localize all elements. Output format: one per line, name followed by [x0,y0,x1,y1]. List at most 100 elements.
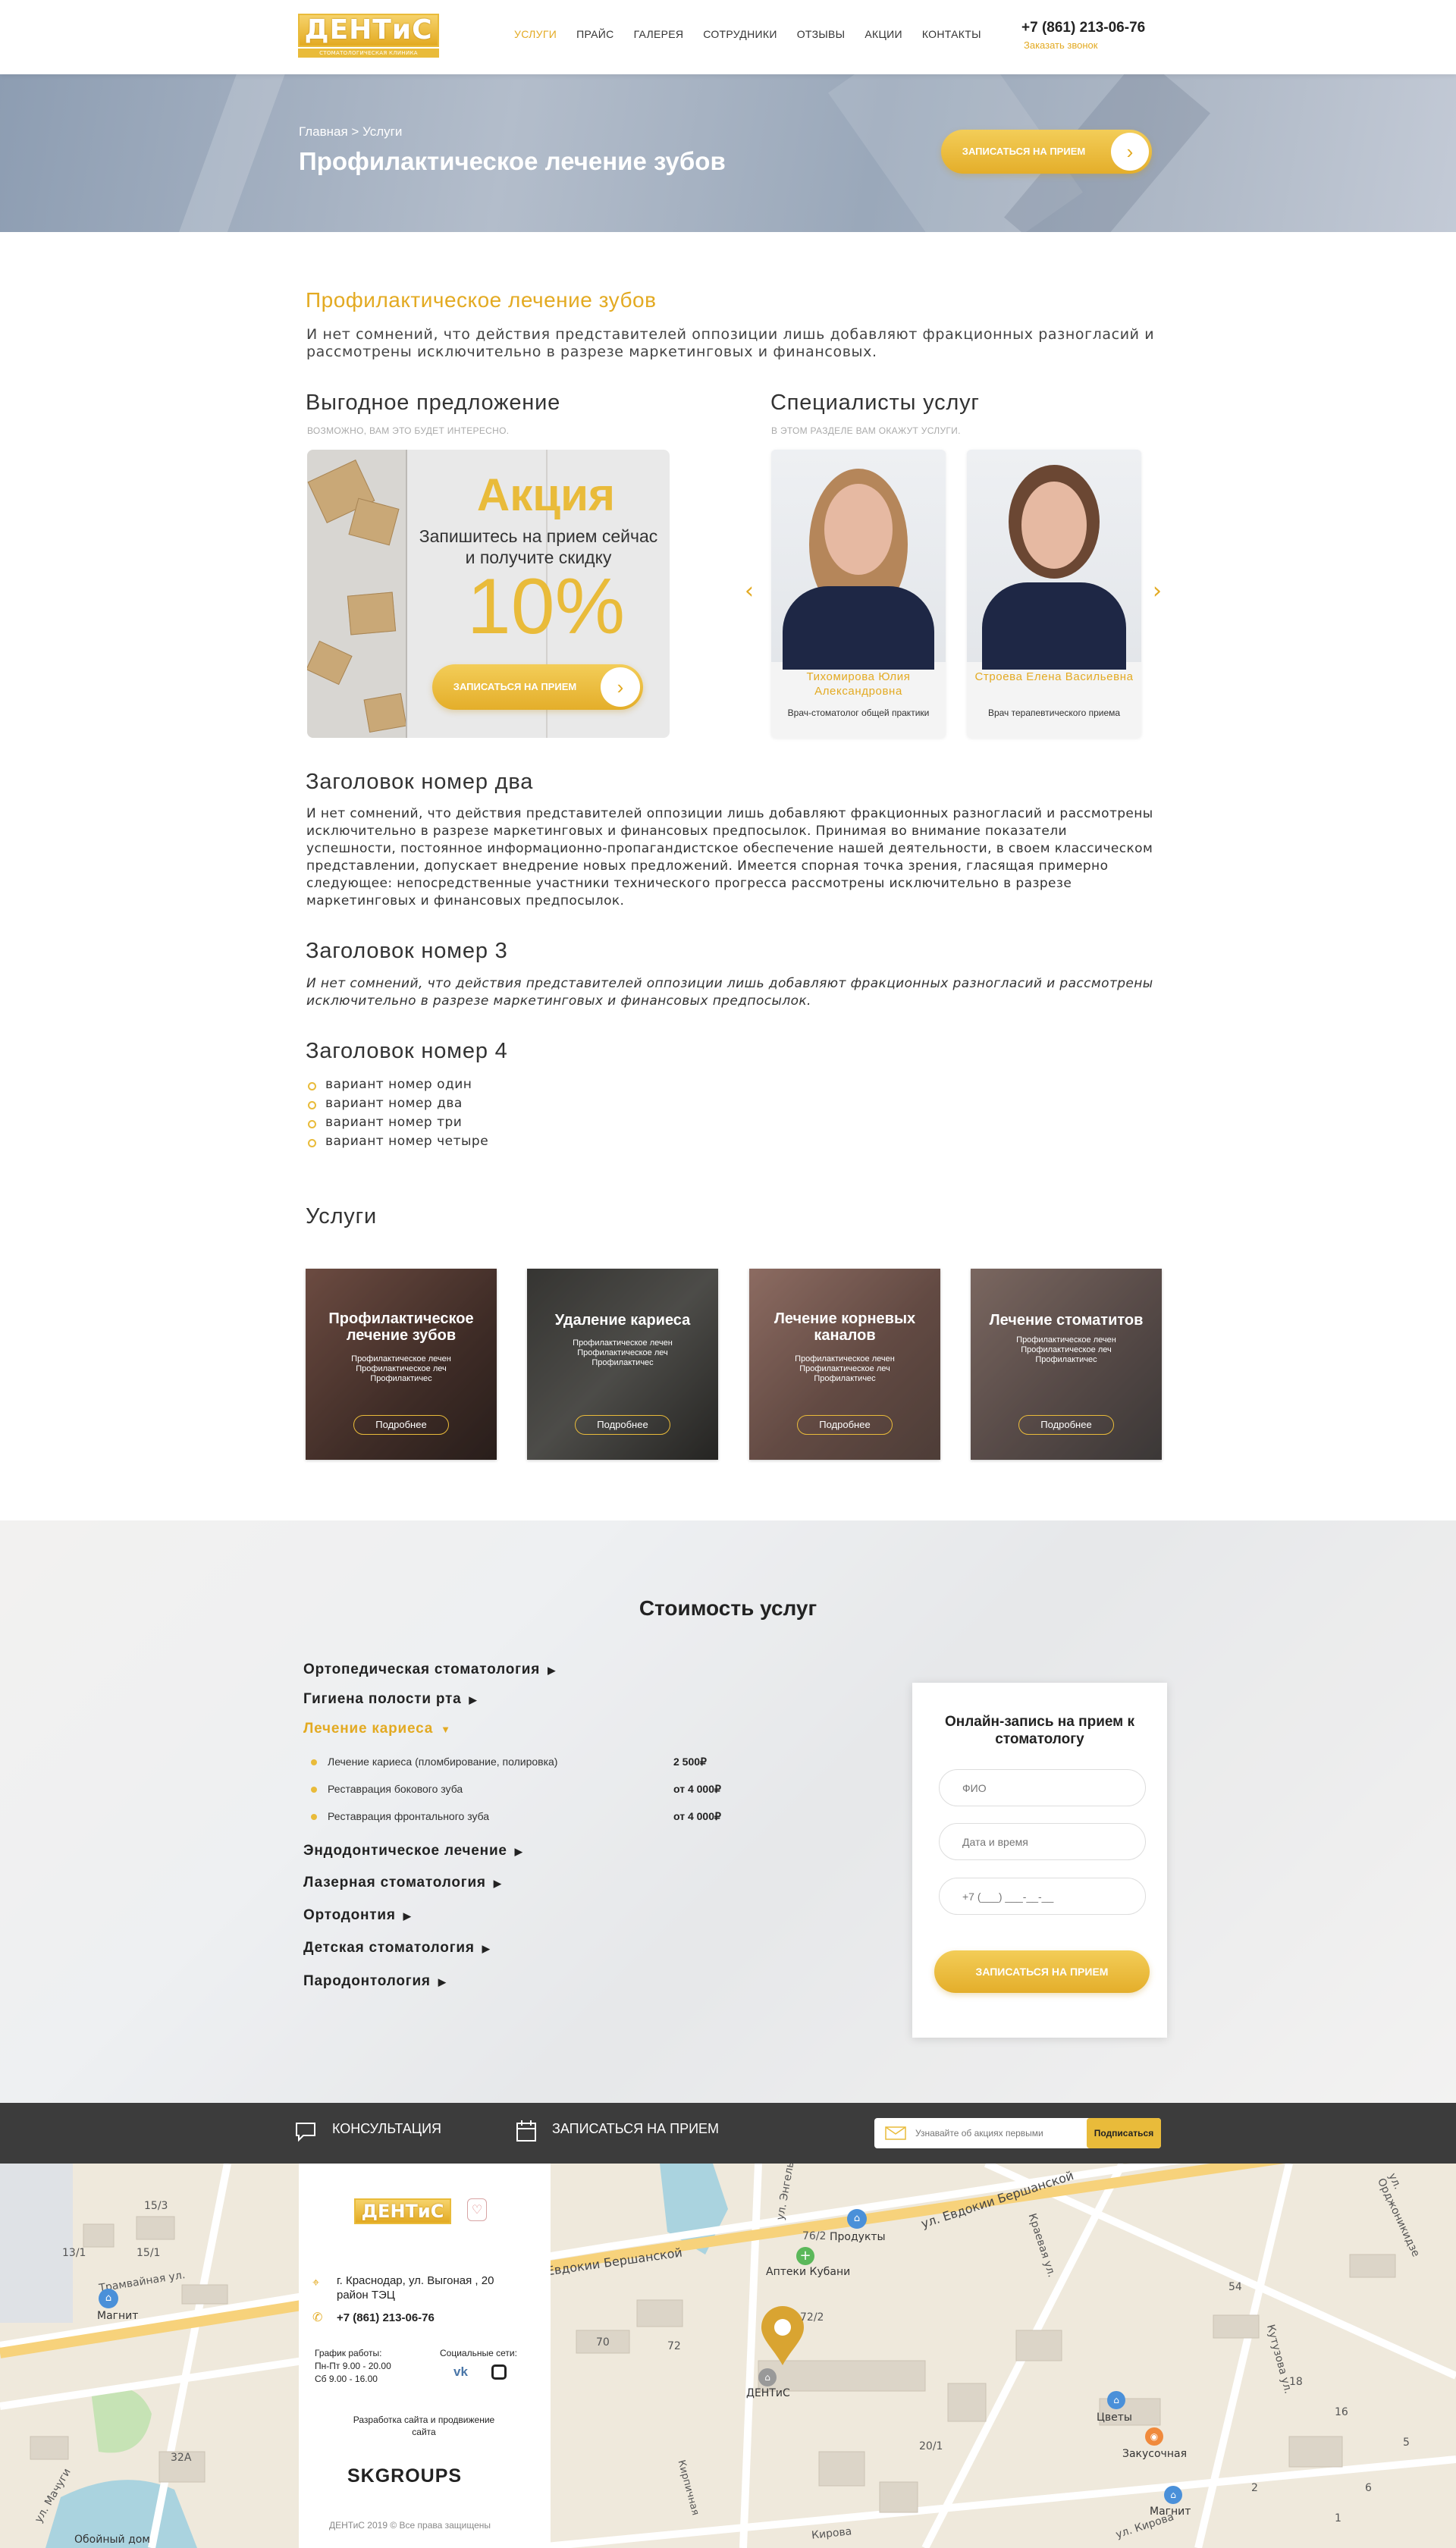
triangle-right-icon: ▶ [482,1943,491,1954]
price-category-label: Детская стоматология [303,1940,475,1956]
specialist-photo [771,450,946,670]
house-number: 2 [1251,2482,1258,2494]
footer-address: г. Краснодар, ул. Выгоная , 20 район ТЭЦ [337,2274,494,2302]
shop-icon[interactable]: ⌂ [1164,2486,1182,2504]
price-category-open[interactable]: Лечение кариеса ▼ [303,1721,451,1737]
price-category-label: Лазерная стоматология [303,1875,486,1891]
triangle-right-icon: ▶ [548,1665,556,1676]
price-row-name: Реставрация фронтального зуба [328,1810,490,1822]
service-more-button[interactable]: Подробнее [1018,1415,1114,1435]
price-category[interactable]: Лазерная стоматология ▶ [303,1875,502,1891]
chevron-right-icon: › [601,667,640,707]
triangle-down-icon: ▼ [441,1724,451,1735]
logo[interactable]: ДЕНТиС СТОМАТОЛОГИЧЕСКАЯ КЛИНИКА [298,14,439,58]
phone-icon: ✆ [312,2310,323,2324]
house-number: 1 [1335,2512,1341,2524]
price-category[interactable]: Ортодонтия ▶ [303,1907,412,1924]
footer-phone[interactable]: +7 (861) 213-06-76 [337,2311,435,2324]
footer-logo[interactable]: ДЕНТиС [354,2198,451,2224]
specialists-title: Специалисты услуг [770,391,980,415]
specialist-photo [967,450,1141,670]
site-header: ДЕНТиС СТОМАТОЛОГИЧЕСКАЯ КЛИНИКА УСЛУГИ … [0,0,1456,74]
house-number: 72 [667,2340,681,2352]
specialist-card[interactable]: Строева Елена Васильевна Врач терапевтич… [967,450,1141,738]
specialist-role: Врач терапевтического приема [987,708,1121,718]
house-number: 15/3 [144,2200,168,2212]
service-card[interactable]: Профилактическое лечение зубов Профилакт… [306,1269,497,1460]
consult-link[interactable]: КОНСУЛЬТАЦИЯ [332,2121,441,2137]
specialist-card[interactable]: Тихомирова Юлия Александровна Врач-стома… [771,450,946,738]
price-category[interactable]: Эндодонтическое лечение ▶ [303,1843,523,1859]
price-category[interactable]: Гигиена полости рта ▶ [303,1691,477,1708]
service-card[interactable]: Удаление кариеса Профилактическое лечен … [527,1269,718,1460]
photo-shape [982,582,1126,670]
subscribe-email-input[interactable] [915,2118,1097,2148]
nav-gallery[interactable]: ГАЛЕРЕЯ [634,28,684,43]
nav-staff[interactable]: СОТРУДНИКИ [703,28,777,43]
nav-reviews[interactable]: ОТЗЫВЫ [797,28,846,43]
datetime-input[interactable] [939,1823,1146,1860]
pharmacy-icon[interactable]: + [796,2247,814,2265]
promo-card: Акция Запишитесь на прием сейчас и получ… [307,450,670,738]
price-category-label: Гигиена полости рта [303,1691,462,1707]
phone-input[interactable] [939,1878,1146,1915]
place-label: ДЕНТиС [746,2387,790,2399]
booking-submit-button[interactable]: ЗАПИСАТЬСЯ НА ПРИЕМ [934,1950,1150,1993]
shop-icon[interactable]: ⌂ [847,2209,867,2229]
nav-promos[interactable]: АКЦИИ [864,28,902,43]
fio-input[interactable] [939,1769,1146,1806]
map[interactable]: Трамвайная ул. ул. Евдокии Бершанской Ев… [0,2164,1456,2548]
envelope-icon [885,2126,906,2140]
services-title: Услуги [306,1204,377,1228]
triangle-right-icon: ▶ [514,1846,523,1857]
triangle-right-icon: ▶ [469,1694,478,1705]
service-desc: Профилактическое лечен Профилактическое … [795,1354,895,1383]
page-title: Профилактическое лечение зубов [299,147,726,175]
service-card[interactable]: Лечение стоматитов Профилактическое лече… [971,1269,1162,1460]
booking-form: Онлайн-запись на прием к стоматологу ЗАП… [912,1683,1167,2038]
shop-icon[interactable]: ⌂ [99,2289,118,2308]
book-link[interactable]: ЗАПИСАТЬСЯ НА ПРИЕМ [552,2121,719,2137]
service-title: Профилактическое лечение зубов [328,1310,474,1344]
box-image [347,592,397,635]
calendar-icon [516,2120,537,2142]
header-phone[interactable]: +7 (861) 213-06-76 [1021,20,1145,36]
service-title: Удаление кариеса [554,1312,691,1329]
place-label: Обойный дом [74,2534,150,2546]
price-category[interactable]: Пародонтология ▶ [303,1973,447,1990]
vk-icon[interactable]: vk [453,2364,475,2380]
hours-label: График работы: [315,2348,382,2358]
food-icon[interactable]: ◉ [1145,2427,1163,2446]
list-item: вариант номер четыре [306,1132,488,1151]
box-image [307,640,353,686]
banner-book-button[interactable]: ЗАПИСАТЬСЯ НА ПРИЕМ › [941,130,1152,174]
service-card[interactable]: Лечение корневых каналов Профилактическо… [749,1269,940,1460]
price-value: от 4 000₽ [673,1783,721,1795]
carousel-next-icon[interactable]: › [1153,578,1162,604]
specialist-name: Тихомирова Юлия Александровна [806,670,911,698]
callback-link[interactable]: Заказать звонок [1024,39,1097,51]
section2-title: Заголовок номер два [306,770,534,794]
promo-discount: 10% [466,563,626,651]
subscribe-button[interactable]: Подписаться [1087,2118,1161,2148]
service-more-button[interactable]: Подробнее [575,1415,670,1435]
shop-icon[interactable]: ⌂ [1107,2391,1125,2409]
promo-book-label: ЗАПИСАТЬСЯ НА ПРИЕМ [453,681,577,692]
bullet-icon [311,1759,317,1766]
price-category[interactable]: Ортопедическая стоматология ▶ [303,1662,556,1678]
service-more-button[interactable]: Подробнее [797,1415,893,1435]
nav-services[interactable]: УСЛУГИ [514,28,557,43]
carousel-prev-icon[interactable]: ‹ [745,578,754,604]
breadcrumb[interactable]: Главная > Услуги [299,124,402,140]
dev-company[interactable]: SKGROUPS [347,2465,462,2487]
promo-book-button[interactable]: ЗАПИСАТЬСЯ НА ПРИЕМ › [432,664,643,710]
subscribe-form: Подписаться [874,2118,1161,2148]
instagram-icon[interactable] [491,2364,507,2380]
page-banner: Главная > Услуги Профилактическое лечени… [0,74,1456,232]
nav-price[interactable]: ПРАЙС [576,28,613,43]
photo-shape [824,484,893,575]
service-more-button[interactable]: Подробнее [353,1415,449,1435]
photo-shape [1021,482,1087,569]
price-category[interactable]: Детская стоматология ▶ [303,1940,491,1956]
nav-contacts[interactable]: КОНТАКТЫ [922,28,981,43]
